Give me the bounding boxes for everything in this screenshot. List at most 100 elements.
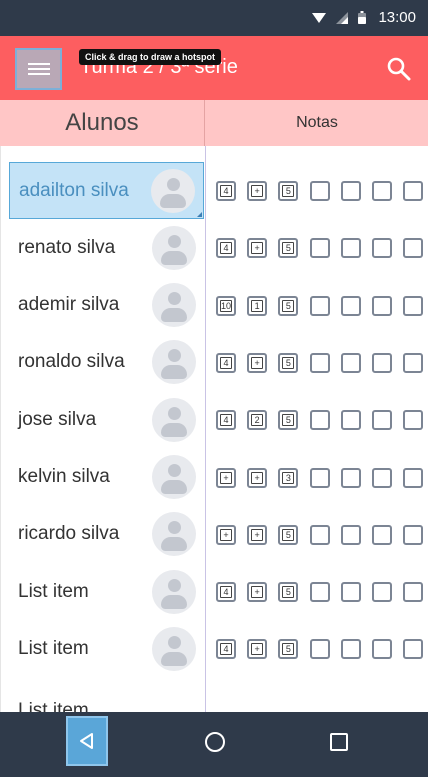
grade-value: +	[254, 587, 260, 598]
grade-box[interactable]: 5	[278, 582, 299, 603]
grade-box[interactable]	[340, 352, 361, 373]
grade-box[interactable]	[309, 582, 330, 603]
grade-box[interactable]: 5	[278, 181, 299, 201]
search-button[interactable]	[386, 56, 412, 82]
grade-box[interactable]: +	[247, 181, 268, 201]
students-header[interactable]: Alunos	[0, 100, 204, 146]
grade-box[interactable]	[340, 295, 361, 316]
signal-icon	[336, 11, 349, 24]
grade-box[interactable]: 5	[278, 410, 299, 431]
grade-box[interactable]: 4	[216, 352, 236, 373]
grade-box[interactable]	[309, 639, 330, 660]
student-row: ricardo silva + +5	[0, 506, 428, 564]
student-list[interactable]: adailton silva 4 +5 renato silva 4 +5 ademir s…	[0, 146, 428, 712]
grade-value: +	[254, 243, 260, 254]
grade-box[interactable]	[403, 352, 424, 373]
grade-box[interactable]	[403, 524, 424, 545]
grade-box[interactable]	[372, 582, 392, 603]
grade-box[interactable]: +	[247, 524, 268, 545]
grade-box[interactable]	[403, 295, 424, 316]
student-row: List item 4 +5	[0, 620, 428, 678]
grade-value: +	[254, 472, 260, 483]
grade-box[interactable]: 4	[216, 410, 236, 431]
grade-box[interactable]	[340, 238, 361, 259]
grades-header[interactable]: Notas	[206, 100, 428, 146]
header-divider	[204, 100, 205, 146]
grade-boxes: 4 +5	[0, 238, 428, 259]
grade-box[interactable]	[309, 295, 330, 316]
grade-box[interactable]	[403, 582, 424, 603]
back-button[interactable]	[66, 716, 108, 766]
hotspot-tooltip: Click & drag to draw a hotspot	[79, 49, 222, 65]
grade-box[interactable]: 4	[216, 238, 236, 259]
grade-box[interactable]	[403, 238, 424, 259]
grade-box[interactable]: 1	[247, 295, 268, 316]
navigation-bar	[0, 712, 428, 777]
grade-box[interactable]	[309, 352, 330, 373]
grade-box[interactable]: +	[216, 467, 236, 488]
grade-value: 4	[223, 357, 229, 368]
grade-box[interactable]	[372, 181, 392, 201]
grade-value: 2	[254, 415, 260, 426]
grade-boxes: 4 +5	[0, 352, 428, 373]
student-row: kelvin silva + +3	[0, 449, 428, 507]
grade-box[interactable]	[309, 238, 330, 259]
grade-box[interactable]: 5	[278, 295, 299, 316]
grade-box[interactable]	[340, 524, 361, 545]
grade-box[interactable]	[403, 181, 424, 201]
resize-handle	[197, 212, 202, 217]
grade-box[interactable]	[403, 467, 424, 488]
grade-value: 1	[254, 300, 260, 311]
grade-box[interactable]	[340, 467, 361, 488]
recent-apps-square-icon[interactable]	[330, 733, 348, 751]
student-row: adailton silva 4 +5	[0, 162, 428, 220]
grade-box[interactable]: 5	[278, 639, 299, 660]
grade-box[interactable]	[372, 352, 392, 373]
grade-box[interactable]: +	[247, 238, 268, 259]
grade-value: 5	[285, 300, 291, 311]
grade-value: 5	[285, 415, 291, 426]
wifi-icon	[312, 12, 327, 23]
grade-box[interactable]	[372, 467, 392, 488]
grade-box[interactable]: 10	[216, 295, 236, 316]
grade-box[interactable]: +	[247, 639, 268, 660]
grade-box[interactable]	[403, 639, 424, 660]
grade-boxes: + +3	[0, 467, 428, 488]
grade-value: +	[223, 529, 229, 540]
grade-box[interactable]	[372, 524, 392, 545]
home-circle-icon[interactable]	[205, 732, 225, 752]
grade-box[interactable]: 4	[216, 181, 236, 201]
grade-box[interactable]	[309, 524, 330, 545]
grade-value: +	[254, 186, 260, 196]
grade-box[interactable]: +	[216, 524, 236, 545]
grade-value: 4	[223, 587, 229, 598]
grade-box[interactable]	[309, 410, 330, 431]
grade-box[interactable]: 4	[216, 582, 236, 603]
grade-box[interactable]	[372, 410, 392, 431]
grade-box[interactable]: 5	[278, 352, 299, 373]
grade-box[interactable]: +	[247, 467, 268, 488]
grade-box[interactable]: 3	[278, 467, 299, 488]
grade-box[interactable]: 5	[278, 238, 299, 259]
grade-box[interactable]: +	[247, 352, 268, 373]
grade-boxes: 4 2 5	[0, 410, 428, 431]
grade-box[interactable]	[403, 410, 424, 431]
grade-box[interactable]: 5	[278, 524, 299, 545]
list-item-partial[interactable]: List item	[18, 700, 89, 712]
grade-box[interactable]	[340, 639, 361, 660]
grade-value: +	[254, 529, 260, 540]
grade-box[interactable]	[309, 181, 330, 201]
grade-box[interactable]: +	[247, 582, 268, 603]
grade-box[interactable]	[372, 295, 392, 316]
grade-box[interactable]	[340, 582, 361, 603]
grade-box[interactable]: 2	[247, 410, 268, 431]
grade-box[interactable]: 4	[216, 639, 236, 660]
menu-button[interactable]	[15, 48, 62, 90]
grade-box[interactable]	[340, 410, 361, 431]
grade-box[interactable]	[372, 238, 392, 259]
grade-box[interactable]	[340, 181, 361, 201]
grade-value: +	[254, 644, 260, 655]
column-headers: Alunos Notas	[0, 100, 428, 146]
grade-box[interactable]	[309, 467, 330, 488]
grade-box[interactable]	[372, 639, 392, 660]
